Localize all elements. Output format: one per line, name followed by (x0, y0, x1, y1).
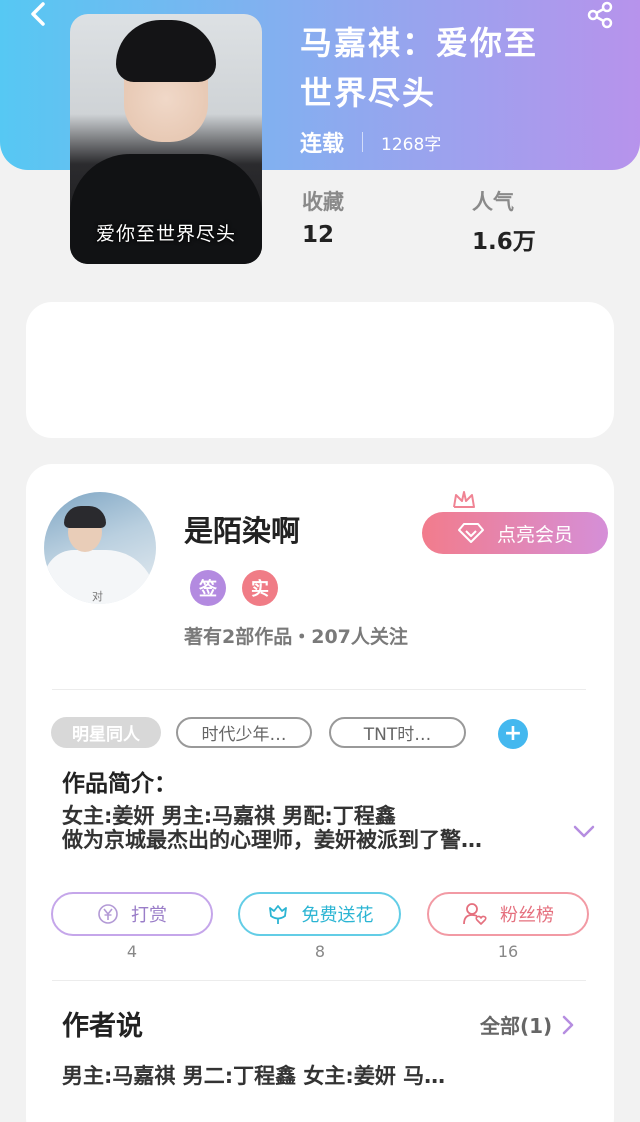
cover-figure-hair (116, 20, 216, 82)
fans-ranking-button[interactable]: 粉丝榜 (427, 892, 589, 936)
divider (52, 689, 586, 690)
word-count: 1268字 (381, 134, 442, 155)
flower-icon (268, 905, 287, 924)
send-flower-button[interactable]: 免费送花 (238, 892, 401, 936)
tag-item[interactable]: 明星同人 (51, 717, 161, 748)
flower-label: 免费送花 (301, 905, 374, 926)
expand-chevron-icon[interactable] (572, 824, 596, 840)
verified-badge: 实 (242, 570, 278, 606)
serial-status: 连载 (300, 132, 345, 157)
reward-label: 打赏 (131, 905, 167, 926)
cover-figure-suit (70, 154, 262, 264)
fans-label: 粉丝榜 (500, 905, 554, 926)
diamond-icon (457, 523, 484, 543)
fans-count: 16 (497, 942, 519, 961)
intro-title: 作品简介： (62, 771, 177, 797)
favorites-label: 收藏 (302, 190, 344, 214)
signed-badge: 签 (190, 570, 226, 606)
reward-button[interactable]: 打赏 (51, 892, 213, 936)
see-all-label: 全部(1) (480, 1014, 553, 1038)
see-all-link[interactable]: 全部(1) (480, 1010, 574, 1039)
crown-icon (453, 491, 475, 508)
book-title: 马嘉祺：爱你至 世界尽头 (300, 24, 539, 112)
popularity-value: 1.6万 (472, 229, 536, 255)
reward-count: 4 (126, 942, 138, 961)
book-cover[interactable]: 爱你至世界尽头 (70, 14, 262, 264)
divider (52, 980, 586, 981)
back-button[interactable] (18, 0, 58, 30)
chevron-right-icon (562, 1015, 574, 1034)
author-note-text[interactable]: 男主:马嘉祺 男二:丁程鑫 女主:姜妍 马… (62, 1060, 445, 1090)
avatar-figure-hair (64, 506, 106, 528)
intro-line: 做为京城最杰出的心理师，姜妍被派到了警… (62, 828, 482, 852)
status-divider (362, 132, 364, 152)
avatar-caption: 对 (92, 590, 103, 603)
vip-label: 点亮会员 (496, 523, 573, 546)
cover-title: 爱你至世界尽头 (95, 223, 236, 245)
vip-button[interactable]: 点亮会员 (422, 512, 608, 554)
author-name[interactable]: 是陌染啊 (184, 508, 300, 550)
author-says-title: 作者说 (62, 1011, 143, 1042)
author-meta: 著有2部作品・207人关注 (184, 626, 408, 648)
yen-coin-icon (98, 904, 118, 924)
add-tag-button[interactable]: + (498, 719, 528, 749)
user-heart-icon (463, 903, 487, 925)
popularity-stat: 人气 1.6万 (472, 186, 536, 256)
tag-item[interactable]: TNT时… (329, 717, 466, 748)
back-arrow-icon (31, 2, 45, 26)
tag-item[interactable]: 时代少年… (176, 717, 312, 748)
intro-line: 女主:姜妍 男主:马嘉祺 男配:丁程鑫 (62, 804, 396, 828)
empty-card (26, 302, 614, 438)
favorites-value: 12 (302, 222, 335, 248)
favorites-stat: 收藏 12 (302, 186, 344, 248)
popularity-label: 人气 (472, 190, 514, 214)
flower-count: 8 (314, 942, 326, 961)
book-status-row: 连载 1268字 (300, 126, 441, 158)
intro-text: 女主:姜妍 男主:马嘉祺 男配:丁程鑫 做为京城最杰出的心理师，姜妍被派到了警… (62, 804, 552, 852)
